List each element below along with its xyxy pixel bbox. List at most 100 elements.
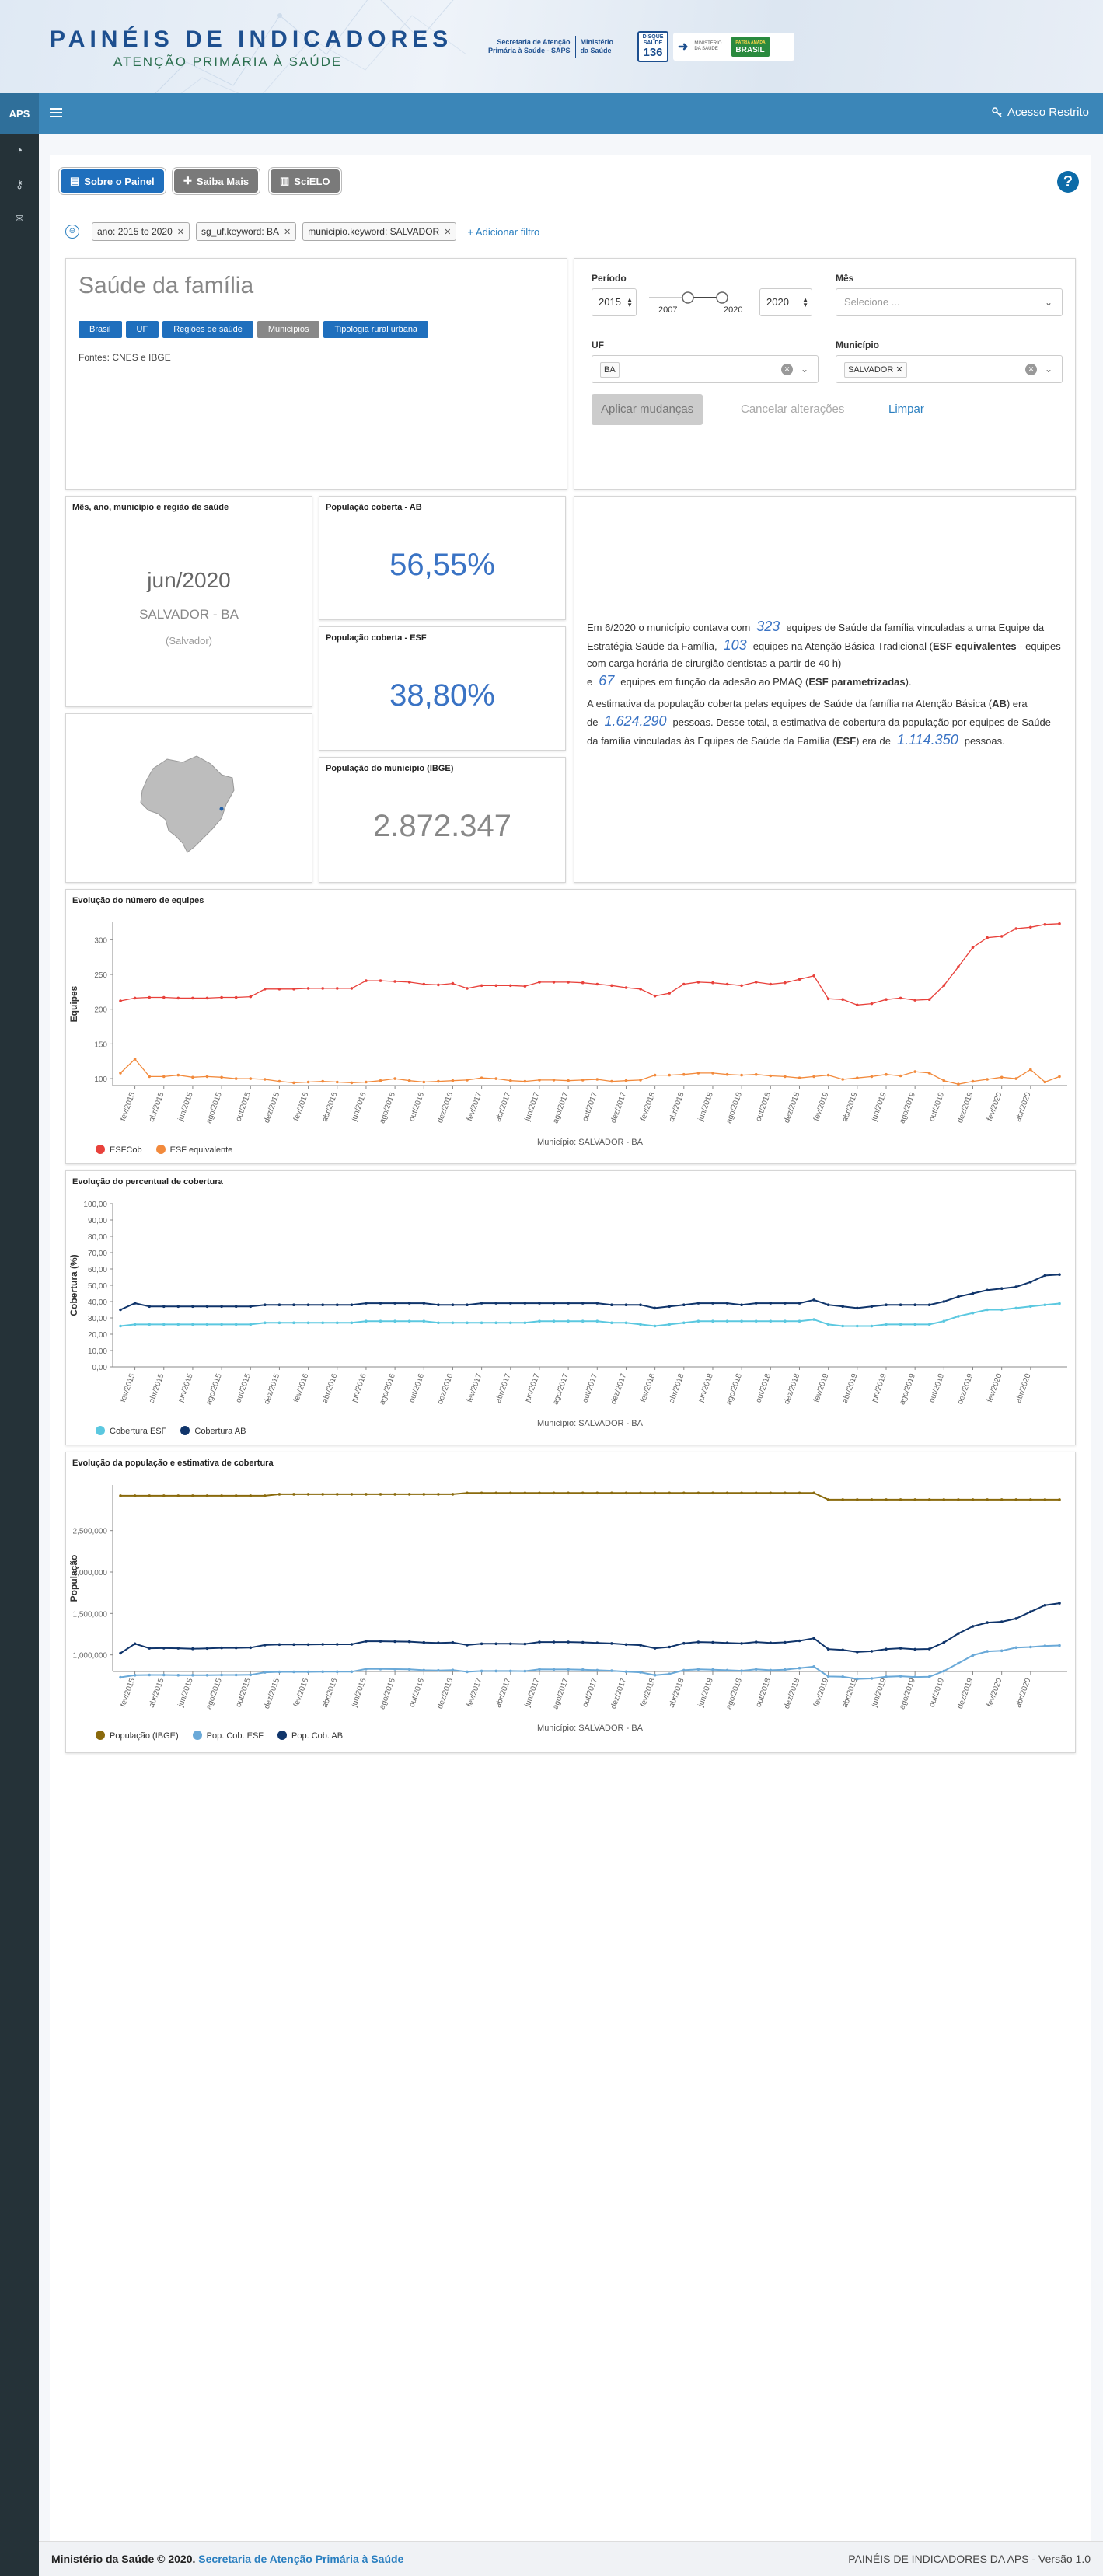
data-point [624, 1491, 628, 1495]
filter-pill[interactable]: municipio.keyword: SALVADOR ✕ [302, 222, 457, 241]
spinner-icon[interactable]: ▲ ▼ [802, 297, 808, 308]
data-point [292, 1303, 295, 1306]
sobre-painel-button[interactable]: ▤ Sobre o Painel [59, 168, 166, 194]
data-point [321, 1303, 325, 1306]
filter-pill[interactable]: sg_uf.keyword: BA ✕ [195, 222, 297, 241]
data-point [769, 1491, 773, 1495]
y-tick-label: 200 [94, 1006, 107, 1015]
data-point [870, 1650, 874, 1653]
data-point [841, 1078, 844, 1081]
level-button-tipologia[interactable]: Tipologia rural urbana [323, 321, 429, 338]
data-point [870, 1075, 874, 1079]
data-point [220, 1646, 223, 1650]
data-point [870, 1002, 874, 1006]
cancel-changes-button[interactable]: Cancelar alterações [741, 394, 844, 425]
x-tick-label: jun/2018 [696, 1677, 715, 1709]
data-point [350, 1081, 354, 1085]
level-button-regioes[interactable]: Regiões de saúde [162, 321, 253, 338]
data-point [885, 1072, 888, 1076]
close-icon[interactable]: ✕ [177, 227, 184, 237]
data-point [523, 1321, 527, 1325]
x-tick-label: dez/2016 [436, 1091, 456, 1124]
x-tick-label: abr/2015 [148, 1091, 166, 1123]
level-button-uf[interactable]: UF [125, 321, 159, 338]
x-tick-label: fev/2016 [292, 1091, 311, 1122]
data-point [1058, 1075, 1061, 1079]
data-point [798, 1639, 801, 1643]
municipio-select[interactable]: SALVADOR ✕ ✕ ⌄ [836, 355, 1063, 383]
key-icon[interactable]: ⚷ [12, 177, 26, 191]
level-button-brasil[interactable]: Brasil [79, 321, 122, 338]
data-point [292, 1321, 295, 1325]
data-point [639, 1303, 642, 1306]
x-tick-label: ago/2016 [378, 1091, 397, 1124]
data-point [899, 1675, 902, 1678]
mail-icon[interactable]: ✉ [12, 211, 26, 225]
data-point [1029, 1305, 1032, 1309]
legend-item[interactable]: Pop. Cob. ESF [192, 1731, 264, 1741]
footer-saps-link[interactable]: Secretaria de Atenção Primária à Saúde [198, 2553, 403, 2565]
x-tick-label: jun/2016 [350, 1372, 368, 1404]
header-banner: PAINÉIS DE INDICADORES ATENÇÃO PRIMÁRIA … [0, 0, 1103, 93]
filter-pill[interactable]: ano: 2015 to 2020 ✕ [92, 222, 190, 241]
aps-home-link[interactable]: APS [0, 93, 39, 134]
controls-card: Período 2015 ▲ ▼ 2007 2020 2020 ▲ ▼ Mês Sele… [574, 258, 1076, 490]
n-pop-esf: 1.114.350 [896, 732, 958, 748]
data-point [1029, 1498, 1032, 1501]
municipio-tag[interactable]: SALVADOR ✕ [844, 362, 907, 378]
data-point [220, 1305, 223, 1309]
data-point [480, 1302, 483, 1305]
saiba-mais-button[interactable]: ✚ Saiba Mais [173, 168, 260, 194]
chevron-down-icon: ⌄ [1044, 364, 1052, 375]
add-filter-link[interactable]: + Adicionar filtro [467, 226, 539, 238]
scielo-button[interactable]: ▥ SciELO [269, 168, 341, 194]
apply-changes-button[interactable]: Aplicar mudanças [592, 394, 703, 425]
x-tick-label: out/2015 [234, 1372, 253, 1404]
x-tick-label: abr/2018 [668, 1677, 686, 1709]
description-paragraph-1: Em 6/2020 o município contava com 323 equi… [587, 619, 1061, 688]
x-tick-label: jun/2015 [176, 1091, 195, 1123]
clear-button[interactable]: Limpar [888, 394, 924, 425]
data-point [336, 1643, 339, 1646]
close-icon[interactable]: ✕ [284, 227, 291, 237]
x-tick-label: ago/2018 [724, 1091, 744, 1124]
legend-item[interactable]: ESF equivalente [155, 1145, 232, 1155]
data-point [812, 1491, 815, 1495]
x-tick-label: abr/2018 [668, 1372, 686, 1404]
clear-icon[interactable]: ✕ [781, 364, 793, 375]
clear-icon[interactable]: ✕ [1025, 364, 1037, 375]
legend-item[interactable]: População (IBGE) [96, 1731, 179, 1741]
help-icon[interactable]: ? [1057, 171, 1079, 193]
mes-select[interactable]: Selecione ... ⌄ [836, 288, 1063, 316]
level-button-municipios[interactable]: Municípios [257, 321, 320, 338]
x-tick-label: fev/2018 [639, 1091, 658, 1122]
x-tick-label: fev/2019 [812, 1677, 831, 1708]
legend-item[interactable]: Pop. Cob. AB [277, 1731, 343, 1741]
data-point [957, 1632, 960, 1635]
x-tick-label: abr/2015 [148, 1372, 166, 1404]
spinner-icon[interactable]: ▲ ▼ [627, 297, 633, 308]
legend-item[interactable]: Cobertura AB [180, 1426, 246, 1436]
ano-inicio-input[interactable]: 2015 ▲ ▼ [592, 288, 637, 316]
kpi-pop-title: População do município (IBGE) [326, 764, 454, 773]
periodo-slider[interactable] [641, 288, 735, 319]
legend-item[interactable]: Cobertura ESF [96, 1426, 166, 1436]
data-point [885, 998, 888, 1001]
data-point [610, 984, 613, 988]
data-point [1043, 1603, 1047, 1607]
filter-options-icon[interactable]: ⊖ [65, 225, 79, 239]
acesso-restrito-link[interactable]: Acesso Restrito [992, 106, 1089, 119]
uf-tag[interactable]: BA [600, 362, 620, 378]
data-point [509, 1302, 512, 1305]
data-point [927, 1323, 931, 1326]
uf-select[interactable]: BA ✕ ⌄ [592, 355, 819, 383]
ano-fim-input[interactable]: 2020 ▲ ▼ [759, 288, 812, 316]
x-tick-label: jun/2017 [523, 1091, 542, 1123]
data-point [696, 981, 700, 984]
legend-item[interactable]: ESFCob [96, 1145, 142, 1155]
data-point [509, 1079, 512, 1082]
x-tick-label: fev/2020 [986, 1372, 1004, 1403]
menu-toggle-icon[interactable] [50, 106, 62, 121]
close-icon[interactable]: ✕ [444, 227, 451, 237]
chart-pie-icon[interactable]: ◔ [12, 143, 26, 157]
